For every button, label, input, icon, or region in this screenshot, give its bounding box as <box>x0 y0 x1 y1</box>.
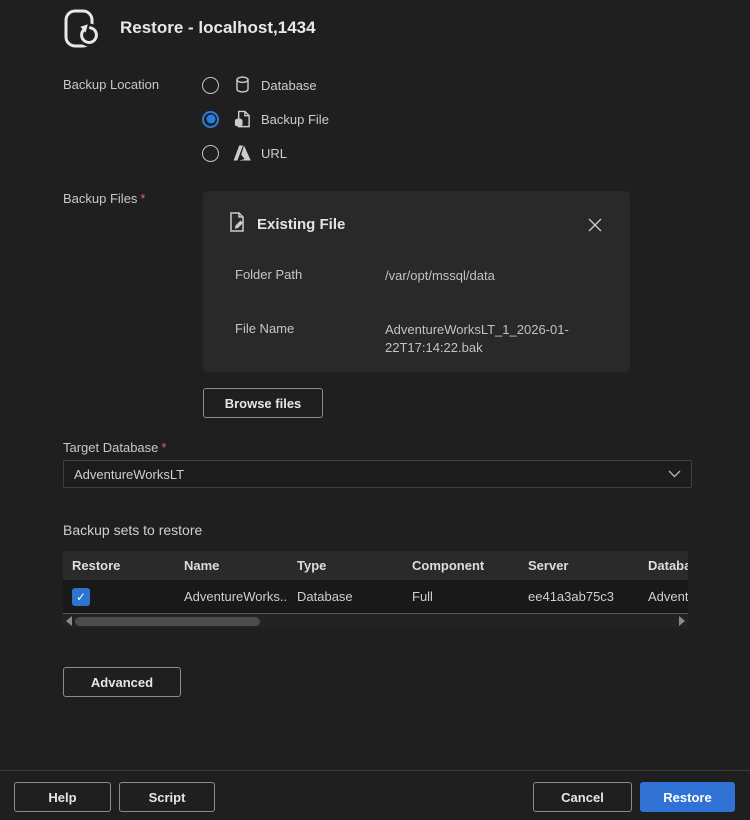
table-row[interactable]: ✓ AdventureWorks... Database Full ee41a3… <box>63 580 688 613</box>
scrollbar-track[interactable] <box>75 614 676 628</box>
table-header-row: Restore Name Type Component Server Datab… <box>63 551 688 580</box>
cell-database: AdventureWorksLT <box>639 589 688 604</box>
cell-component: Full <box>403 589 519 604</box>
horizontal-scrollbar[interactable] <box>63 613 688 628</box>
column-header-name[interactable]: Name <box>175 558 288 573</box>
column-header-server[interactable]: Server <box>519 558 639 573</box>
target-database-select[interactable]: AdventureWorksLT <box>63 460 692 488</box>
edit-file-icon <box>227 211 247 238</box>
radio-label: Database <box>261 78 317 93</box>
backup-sets-title: Backup sets to restore <box>63 522 202 538</box>
radio-option-backup-file[interactable]: Backup File <box>202 102 329 136</box>
footer-divider <box>0 770 750 771</box>
required-marker: * <box>140 191 145 206</box>
column-header-component[interactable]: Component <box>403 558 519 573</box>
radio-label: Backup File <box>261 112 329 127</box>
column-header-type[interactable]: Type <box>288 558 403 573</box>
restore-button[interactable]: Restore <box>640 782 735 812</box>
cell-type: Database <box>288 589 403 604</box>
target-database-selected-value: AdventureWorksLT <box>74 467 668 482</box>
cancel-button[interactable]: Cancel <box>533 782 632 812</box>
close-icon[interactable] <box>584 214 606 236</box>
folder-path-field: Folder Path /var/opt/mssql/data <box>235 267 603 285</box>
radio-button[interactable] <box>202 145 219 162</box>
cell-name: AdventureWorks... <box>175 589 288 604</box>
scroll-left-icon[interactable] <box>63 614 75 628</box>
scroll-right-icon[interactable] <box>676 614 688 628</box>
backup-sets-table: Restore Name Type Component Server Datab… <box>63 551 688 628</box>
radio-option-url[interactable]: URL <box>202 136 329 170</box>
file-name-field: File Name AdventureWorksLT_1_2026-01-22T… <box>235 321 603 357</box>
backup-location-label: Backup Location <box>63 77 159 92</box>
restore-database-icon <box>57 5 105 56</box>
backup-location-radio-group: Database Backup File URL <box>202 68 329 170</box>
backup-files-label-text: Backup Files <box>63 191 137 206</box>
azure-url-icon <box>231 143 253 163</box>
script-button[interactable]: Script <box>119 782 215 812</box>
required-marker: * <box>161 440 166 455</box>
file-name-value: AdventureWorksLT_1_2026-01-22T17:14:22.b… <box>385 321 603 357</box>
column-header-restore[interactable]: Restore <box>63 558 175 573</box>
page-title: Restore - localhost,1434 <box>120 18 316 38</box>
database-icon <box>231 75 253 95</box>
file-name-label: File Name <box>235 321 385 357</box>
target-database-label: Target Database* <box>63 440 166 455</box>
folder-path-value: /var/opt/mssql/data <box>385 267 603 285</box>
restore-checkbox-checked[interactable]: ✓ <box>72 588 90 606</box>
column-header-database[interactable]: Database <box>639 558 688 573</box>
target-database-label-text: Target Database <box>63 440 158 455</box>
cell-server: ee41a3ab75c3 <box>519 589 639 604</box>
backup-file-icon <box>231 109 253 129</box>
radio-button[interactable] <box>202 77 219 94</box>
scrollbar-thumb[interactable] <box>75 617 260 626</box>
radio-option-database[interactable]: Database <box>202 68 329 102</box>
advanced-button[interactable]: Advanced <box>63 667 181 697</box>
backup-files-label: Backup Files* <box>63 191 145 206</box>
radio-label: URL <box>261 146 287 161</box>
existing-file-card: Existing File Folder Path /var/opt/mssql… <box>203 191 630 372</box>
help-button[interactable]: Help <box>14 782 111 812</box>
radio-button-selected[interactable] <box>202 111 219 128</box>
card-title: Existing File <box>257 216 584 233</box>
folder-path-label: Folder Path <box>235 267 385 285</box>
browse-files-button[interactable]: Browse files <box>203 388 323 418</box>
chevron-down-icon <box>668 465 681 483</box>
